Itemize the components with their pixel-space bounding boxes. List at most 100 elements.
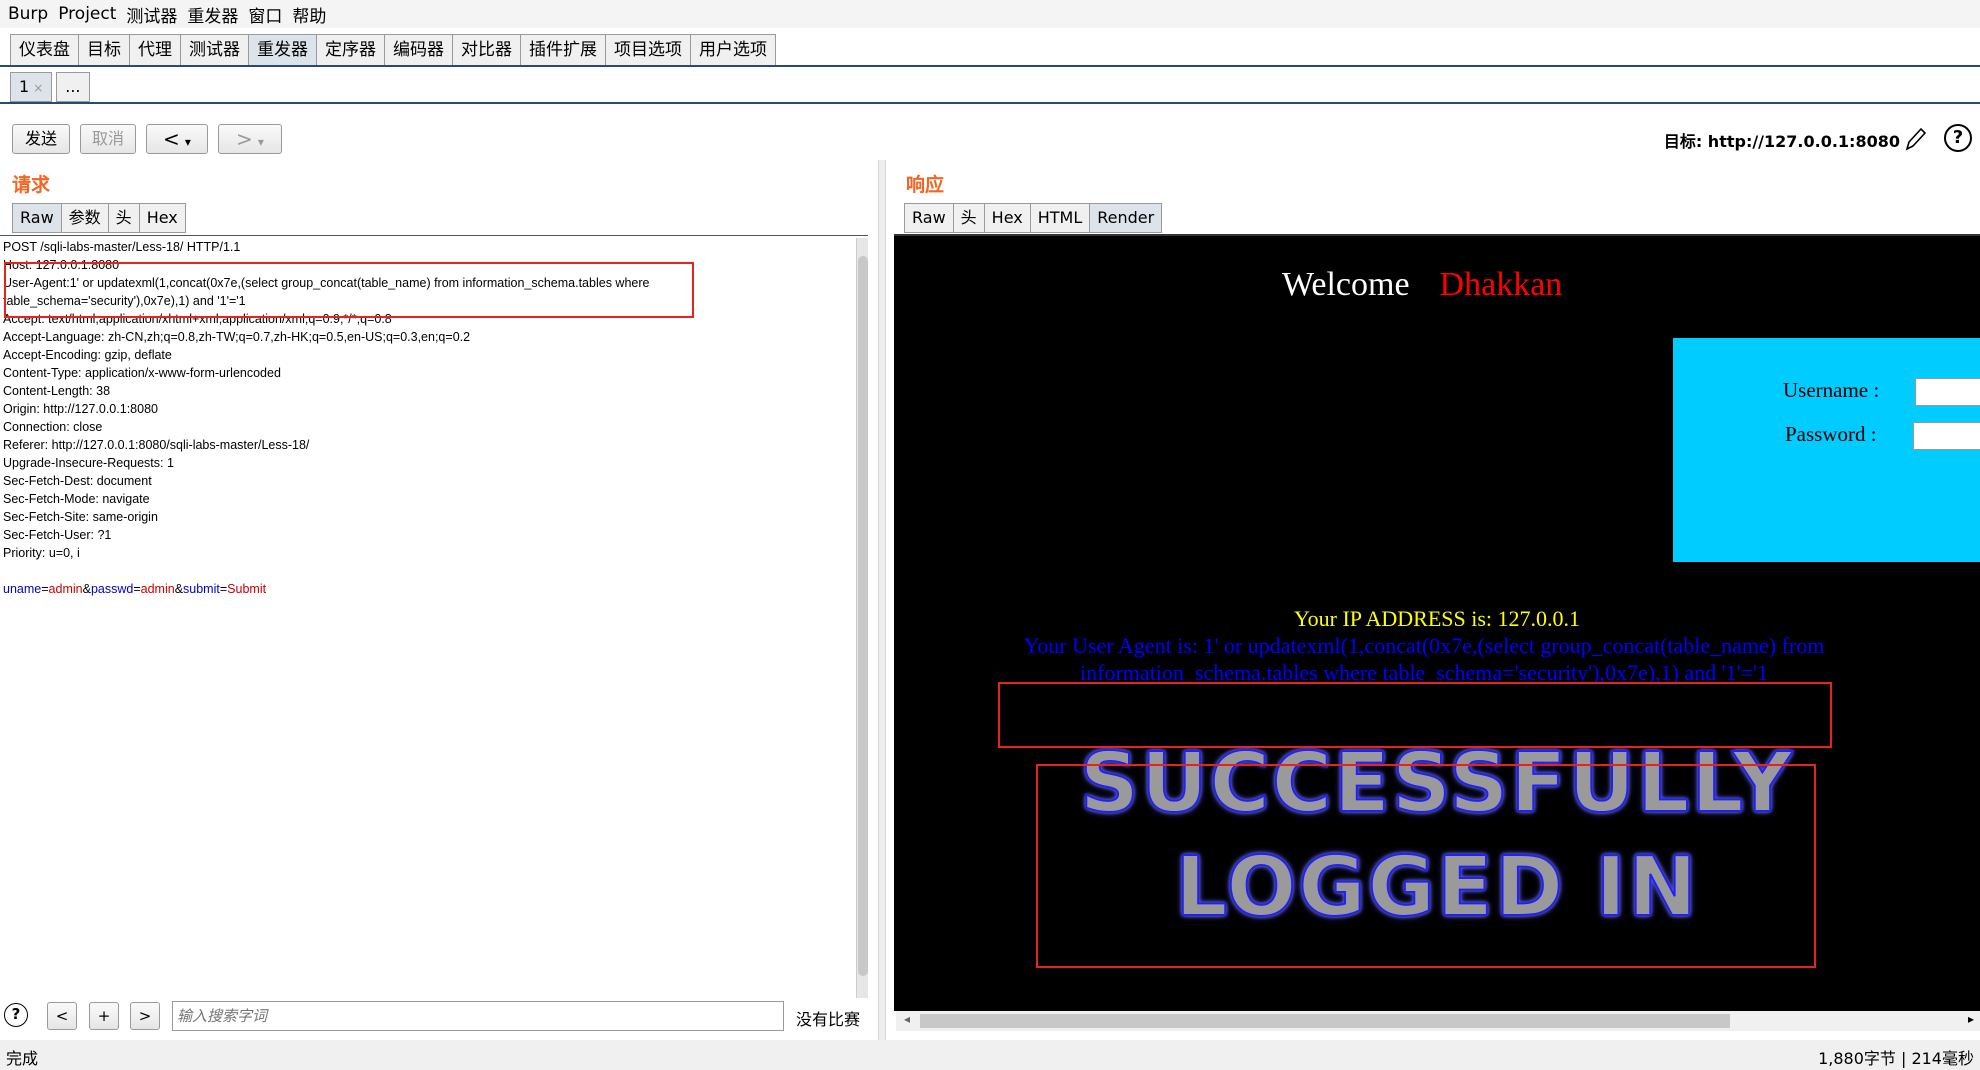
request-line: Content-Type: application/x-www-form-url… [3,366,281,380]
pencil-icon[interactable] [1904,125,1928,153]
repeater-tabs: 1 × ... [10,72,94,102]
repeater-tab-1[interactable]: 1 × [10,72,53,102]
param-eq: = [133,582,141,596]
request-line: Upgrade-Insecure-Requests: 1 [3,456,174,470]
username-field[interactable] [1915,378,1980,406]
tab-divider [0,65,1980,67]
search-match-count: 没有比赛 [796,1010,861,1029]
response-tabs: Raw 头 Hex HTML Render [904,203,1163,233]
response-hscrollbar[interactable]: ◂ ▸ [896,1011,1980,1031]
tab-decoder[interactable]: 编码器 [384,34,453,65]
response-tab-hex[interactable]: Hex [983,203,1031,233]
request-line: POST /sqli-labs-master/Less-18/ HTTP/1.1 [3,240,241,254]
new-tab-button[interactable]: ... [56,72,90,102]
search-input[interactable] [172,1001,784,1031]
request-tab-hex[interactable]: Hex [138,203,186,233]
login-form: Username : Password : [1673,338,1980,562]
status-text: 完成 [6,1049,39,1068]
chevron-right-icon: > [236,127,253,151]
request-tab-raw[interactable]: Raw [12,203,62,233]
help-icon[interactable]: ? [4,1003,28,1027]
scroll-left-icon[interactable]: ◂ [904,1012,910,1026]
request-line: Sec-Fetch-Mode: navigate [3,492,150,506]
password-label: Password : [1785,422,1877,446]
response-tab-html[interactable]: HTML [1029,203,1091,233]
search-next-button[interactable]: > [130,1002,160,1030]
request-editor[interactable]: POST /sqli-labs-master/Less-18/ HTTP/1.1… [0,235,868,1000]
param-sep: & [174,582,184,596]
welcome-name: Dhakkan [1439,266,1563,303]
request-line: Sec-Fetch-Site: same-origin [3,510,158,524]
response-title: 响应 [906,174,945,196]
username-label: Username : [1783,378,1880,402]
dropdown-arrow-icon: ▾ [184,135,191,149]
status-bar: 完成 1,880字节 | 214毫秒 [0,1040,1980,1070]
menu-intruder[interactable]: 测试器 [126,2,177,27]
request-tab-params[interactable]: 参数 [60,203,109,233]
menu-bar: Burp Project 测试器 重发器 窗口 帮助 [0,0,1980,28]
request-line [0,562,868,580]
response-render: Welcome Dhakkan Username : Password : You… [894,236,1980,1011]
search-add-button[interactable]: + [89,1002,119,1030]
request-title: 请求 [12,174,51,196]
split-divider[interactable] [878,160,886,1040]
response-stats: 1,880字节 | 214毫秒 [1818,1049,1974,1068]
request-body: uname=admin&passwd=admin&submit=Submit [0,580,868,598]
scroll-right-icon[interactable]: ▸ [1968,1012,1974,1026]
cancel-button[interactable]: 取消 [80,124,136,154]
menu-burp[interactable]: Burp [8,4,48,24]
tab-proxy[interactable]: 代理 [129,34,181,65]
request-line: Accept-Encoding: gzip, deflate [3,348,172,362]
menu-project[interactable]: Project [58,4,116,24]
param-name: passwd [90,582,134,596]
param-sep: & [82,582,91,596]
tab-intruder[interactable]: 测试器 [180,34,249,65]
highlight-box-success [1036,764,1816,968]
close-icon[interactable]: × [33,81,43,95]
request-line: Sec-Fetch-User: ?1 [3,528,112,542]
tab-dashboard[interactable]: 仪表盘 [10,34,79,65]
request-tabs: Raw 参数 头 Hex [12,203,186,233]
subtab-divider [0,102,1980,104]
tab-user-options[interactable]: 用户选项 [690,34,776,65]
dropdown-arrow-icon: ▾ [257,135,264,149]
welcome-heading: Welcome Dhakkan [1282,266,1562,304]
menu-help[interactable]: 帮助 [292,2,326,27]
menu-repeater[interactable]: 重发器 [187,2,238,27]
repeater-tab-label: 1 [19,77,30,96]
send-button[interactable]: 发送 [12,124,70,154]
main-tabs: 仪表盘 目标 代理 测试器 重发器 定序器 编码器 对比器 插件扩展 项目选项 … [10,34,776,65]
response-tab-render[interactable]: Render [1089,203,1163,233]
help-icon[interactable]: ? [1944,124,1972,152]
param-value: admin [48,582,83,596]
tab-comparer[interactable]: 对比器 [452,34,521,65]
highlight-box-error [998,682,1832,748]
user-agent-line: Your User Agent is: 1' or updatexml(1,co… [1023,633,1825,685]
request-line: Priority: u=0, i [3,546,80,560]
request-line: Accept-Language: zh-CN,zh;q=0.8,zh-TW;q=… [3,330,471,344]
param-eq: = [41,582,49,596]
ip-address-line: Your IP ADDRESS is: 127.0.0.1 [1293,606,1581,631]
tab-target[interactable]: 目标 [78,34,130,65]
welcome-text: Welcome [1282,266,1410,303]
target-label: 目标: http://127.0.0.1:8080 [1663,132,1900,151]
response-tab-headers[interactable]: 头 [952,203,985,233]
request-line: Content-Length: 38 [3,384,111,398]
request-scrollbar[interactable] [856,238,868,998]
tab-extender[interactable]: 插件扩展 [520,34,606,65]
menu-window[interactable]: 窗口 [248,2,282,27]
back-button[interactable]: < ▾ [146,124,208,154]
search-prev-button[interactable]: < [47,1002,77,1030]
request-line: Referer: http://127.0.0.1:8080/sqli-labs… [3,438,310,452]
password-field[interactable] [1913,422,1980,450]
tab-project-options[interactable]: 项目选项 [605,34,691,65]
tab-repeater[interactable]: 重发器 [248,34,317,65]
request-line: Sec-Fetch-Dest: document [3,474,152,488]
forward-button[interactable]: > ▾ [218,124,282,154]
request-tab-headers[interactable]: 头 [107,203,140,233]
tab-sequencer[interactable]: 定序器 [316,34,385,65]
request-line: Origin: http://127.0.0.1:8080 [3,402,158,416]
param-value: Submit [227,582,267,596]
response-tab-raw[interactable]: Raw [904,203,954,233]
param-name: submit [183,582,220,596]
